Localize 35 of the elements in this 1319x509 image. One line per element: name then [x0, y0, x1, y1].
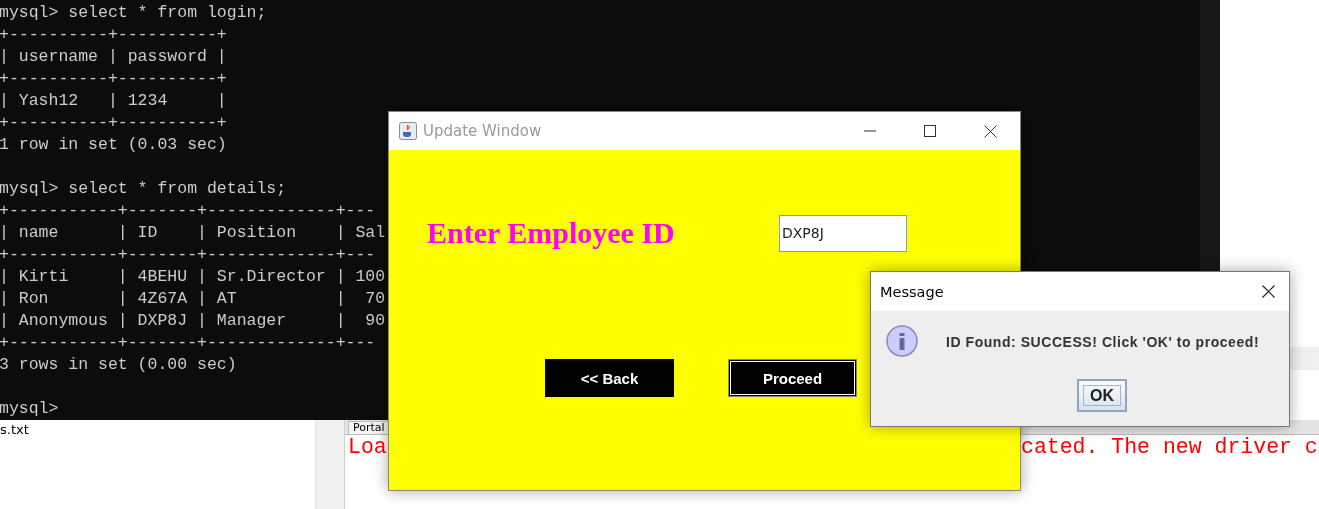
dialog-title: Message: [880, 283, 945, 300]
close-icon[interactable]: [1262, 285, 1275, 298]
close-icon[interactable]: [983, 124, 997, 138]
table-line: +-----------+-------+-------------+---: [0, 200, 376, 222]
proceed-button[interactable]: Proceed: [728, 359, 857, 397]
command-line: mysql>: [0, 398, 59, 420]
table-line: +----------+----------+: [0, 24, 227, 46]
table-line: | username | password |: [0, 46, 227, 68]
editor-tab[interactable]: Portal: [348, 421, 390, 434]
console-text: cated. The new driver c: [1021, 435, 1318, 459]
table-line: +-----------+-------+-------------+---: [0, 244, 376, 266]
table-line: | name | ID | Position | Sal: [0, 222, 386, 244]
window-title: Update Window: [423, 122, 542, 140]
command-line: mysql> select * from login;: [0, 2, 267, 24]
maximize-icon[interactable]: [924, 125, 936, 137]
table-line: | Ron | 4Z67A | AT | 70: [0, 288, 386, 310]
table-line: +----------+----------+: [0, 112, 227, 134]
table-line: +----------+----------+: [0, 68, 227, 90]
table-line: | Kirti | 4BEHU | Sr.Director | 100: [0, 266, 386, 288]
table-line: | Yash12 | 1234 |: [0, 90, 227, 112]
scroll-bar[interactable]: [1200, 0, 1220, 271]
employee-id-field[interactable]: DXP8J: [779, 214, 907, 252]
result-line: 3 rows in set (0.00 sec): [0, 354, 237, 376]
result-line: 1 row in set (0.03 sec): [0, 134, 227, 156]
java-cup-icon: [399, 122, 417, 140]
table-line: | Anonymous | DXP8J | Manager | 90: [0, 310, 386, 332]
console-text: Loa: [348, 435, 388, 459]
file-name[interactable]: s.txt: [0, 422, 29, 437]
table-line: +-----------+-------+-------------+---: [0, 332, 376, 354]
command-line: mysql> select * from details;: [0, 178, 287, 200]
field-label: Enter Employee ID: [427, 216, 676, 250]
back-button[interactable]: << Back: [545, 359, 674, 397]
message-text: ID Found: SUCCESS! Click 'OK' to proceed!: [946, 334, 1260, 350]
info-icon: [886, 325, 920, 359]
ok-button[interactable]: OK: [1077, 379, 1127, 412]
